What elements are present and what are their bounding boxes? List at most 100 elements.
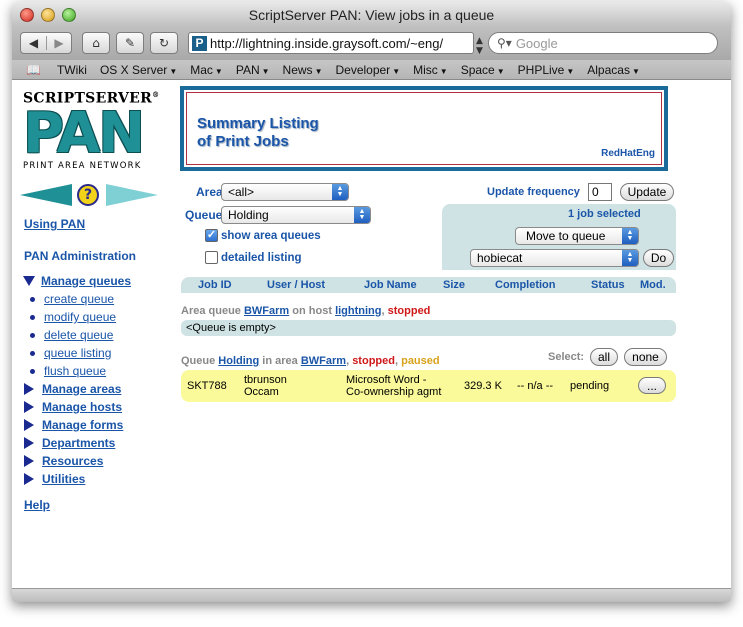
nav-help[interactable]: Help [24,498,50,512]
nav-flush-queue[interactable]: flush queue [24,364,106,378]
area-queue-heading: Area queue BWFarm on host lightning, sto… [181,305,431,317]
expanded-triangle-icon [23,276,35,286]
bookmark-mac[interactable]: Mac ▼ [190,63,223,77]
bullet-icon [30,368,35,374]
bookmark-pan[interactable]: PAN ▼ [236,63,270,77]
collapsed-triangle-icon [24,419,34,431]
checkmark-icon: ✓ [205,229,218,242]
logo-pan-text: PAN [23,100,145,166]
area-queue-status: stopped [387,305,431,317]
bookmark-osx-server[interactable]: OS X Server ▼ [100,63,177,77]
col-mod: Mod. [640,279,666,291]
search-field[interactable]: ⚲▾ Google [488,32,718,54]
job-action-select[interactable]: Move to queue ▲ ▼ [515,227,639,245]
do-button[interactable]: Do [643,249,674,267]
bookmark-alpacas[interactable]: Alpacas ▼ [587,63,640,77]
select-none-button[interactable]: none [624,348,667,366]
nav-using-pan[interactable]: Using PAN [24,217,85,231]
col-job-name: Job Name [364,279,417,291]
page-nav-arrows: ? [20,182,158,208]
job-modify-button[interactable]: ... [638,377,666,394]
nav-delete-queue[interactable]: delete queue [24,328,113,342]
show-area-queues-checkbox[interactable]: ✓ show area queues [205,229,321,242]
area-link[interactable]: BWFarm [301,355,346,367]
back-button[interactable]: ◀ [21,36,46,50]
queue-label: Queue [185,208,223,222]
area-label: Area [196,185,223,199]
home-button[interactable]: ⌂ [82,32,110,54]
nav-manage-areas[interactable]: Manage areas [24,382,121,396]
bookmark-developer[interactable]: Developer ▼ [335,63,400,77]
url-text: http://lightning.inside.graysoft.com/~en… [210,35,444,51]
jobs-table-header: Job ID User / Host Job Name Size Complet… [181,277,676,293]
bullet-icon [30,332,35,338]
queue-select[interactable]: Holding ▲ ▼ [221,206,371,224]
job-status: pending [570,380,610,392]
reload-icon: ↻ [158,36,170,50]
nav-modify-queue[interactable]: modify queue [24,310,116,324]
browser-toolbar: ◀ ▶ ⌂ ✎ ↻ P http://lightning.inside.gray… [12,28,731,60]
nav-resources[interactable]: Resources [24,454,103,468]
queue-link[interactable]: Holding [218,355,259,367]
nav-queue-listing[interactable]: queue listing [24,346,111,360]
forward-button[interactable]: ▶ [46,36,71,50]
dropdown-arrow-icon: ▼ [496,66,505,76]
page-title: Summary Listing of Print Jobs [197,115,319,150]
browser-window: ScriptServer PAN: View jobs in a queue ◀… [12,2,731,602]
select-arrows-icon: ▲ ▼ [622,228,638,244]
col-size: Size [443,279,466,291]
summary-banner-inner: Summary Listing of Print Jobs RedHatEng [186,92,662,165]
bookmarks-book-icon[interactable]: 📖 [26,63,41,77]
title-bar: ScriptServer PAN: View jobs in a queue [12,2,731,28]
area-queue-link[interactable]: BWFarm [244,305,289,317]
select-all-button[interactable]: all [590,348,618,366]
select-arrows-icon: ▲ ▼ [622,250,638,266]
edit-bookmarks-button[interactable]: ✎ [116,32,144,54]
status-bar [12,588,731,602]
dropdown-arrow-icon: ▼ [631,66,640,76]
table-row[interactable]: SKT788 tbrunson Occam Microsoft Word - C… [181,370,676,402]
bookmark-twiki[interactable]: TWiki [57,63,87,77]
nav-manage-forms[interactable]: Manage forms [24,418,123,432]
nav-departments[interactable]: Departments [24,436,115,450]
site-favicon-icon: P [192,35,207,51]
queue-status-stopped: stopped [352,355,395,367]
col-completion: Completion [495,279,556,291]
bookmark-news[interactable]: News ▼ [283,63,323,77]
back-forward-control: ◀ ▶ [20,32,72,54]
nav-utilities[interactable]: Utilities [24,472,85,486]
jobs-selected-count: 1 job selected [568,208,641,220]
bookmark-misc[interactable]: Misc ▼ [413,63,448,77]
update-button[interactable]: Update [620,183,674,201]
nav-create-queue[interactable]: create queue [24,292,114,306]
reload-button[interactable]: ↻ [150,32,178,54]
collapsed-triangle-icon [24,437,34,449]
collapsed-triangle-icon [24,383,34,395]
dropdown-arrow-icon: ▼ [566,66,575,76]
collapsed-triangle-icon [24,455,34,467]
bookmark-phplive[interactable]: PHPLive ▼ [518,63,575,77]
bullet-icon [30,350,35,356]
col-status: Status [591,279,625,291]
area-select[interactable]: <all> ▲ ▼ [221,183,349,201]
next-page-arrow-icon[interactable] [106,184,158,206]
address-bar[interactable]: P http://lightning.inside.graysoft.com/~… [188,32,474,54]
url-history-chevron-icon[interactable]: ▲ ▼ [476,36,483,56]
bookmark-space[interactable]: Space ▼ [461,63,505,77]
nav-manage-hosts[interactable]: Manage hosts [24,400,122,414]
scriptserver-pan-logo: SCRIPTSERVER® PAN PRINT AREA NETWORK [23,90,159,171]
update-frequency-input[interactable]: 0 [588,183,612,201]
host-link[interactable]: lightning [335,305,381,317]
col-job-id: Job ID [198,279,232,291]
search-placeholder: Google [515,35,558,51]
previous-page-arrow-icon[interactable] [20,184,72,206]
target-queue-select[interactable]: hobiecat ▲ ▼ [470,249,639,267]
summary-banner: Summary Listing of Print Jobs RedHatEng [180,86,668,171]
help-icon[interactable]: ? [77,184,99,206]
empty-queue-row: <Queue is empty> [181,320,676,336]
select-arrows-icon: ▲ ▼ [354,207,370,223]
job-user-host: tbrunson Occam [244,374,287,398]
col-user-host: User / Host [267,279,326,291]
detailed-listing-checkbox[interactable]: detailed listing [205,251,302,264]
nav-manage-queues[interactable]: Manage queues [23,274,131,288]
